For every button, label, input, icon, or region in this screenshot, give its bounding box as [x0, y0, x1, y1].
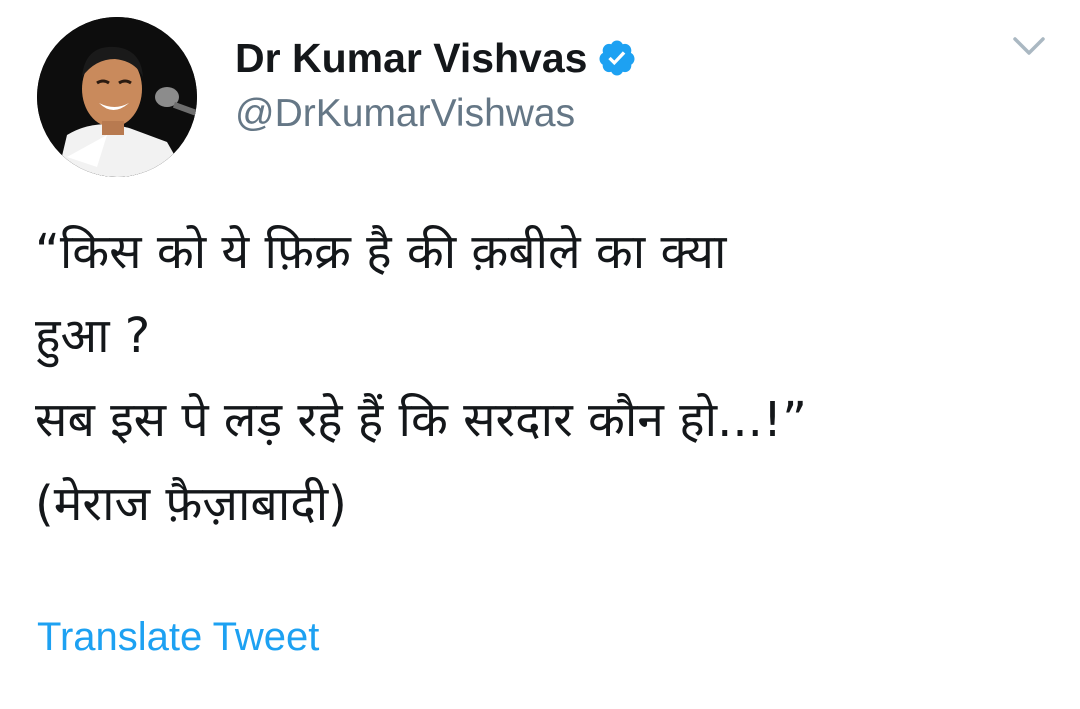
verified-badge-icon — [597, 38, 637, 78]
tweet-text: “किस को ये फ़िक्र है की क़बीले का क्या ह… — [35, 210, 1055, 546]
display-name[interactable]: Dr Kumar Vishvas — [235, 35, 587, 82]
chevron-down-icon[interactable] — [1012, 34, 1046, 58]
tweet-card: Dr Kumar Vishvas @DrKumarVishwas “किस को… — [0, 0, 1080, 709]
tweet-text-line: (मेराज फ़ैज़ाबादी) — [35, 476, 347, 532]
tweet-text-line: सब इस पे लड़ रहे हैं कि सरदार कौन हो...!… — [35, 392, 807, 448]
display-name-row: Dr Kumar Vishvas — [235, 30, 637, 86]
avatar[interactable] — [37, 17, 197, 177]
tweet-text-line: “किस को ये फ़िक्र है की क़बीले का क्या — [35, 224, 727, 280]
avatar-photo — [37, 17, 197, 177]
translate-tweet-link[interactable]: Translate Tweet — [37, 615, 319, 660]
tweet-text-line: हुआ ? — [35, 308, 151, 364]
author-handle[interactable]: @DrKumarVishwas — [235, 92, 575, 136]
